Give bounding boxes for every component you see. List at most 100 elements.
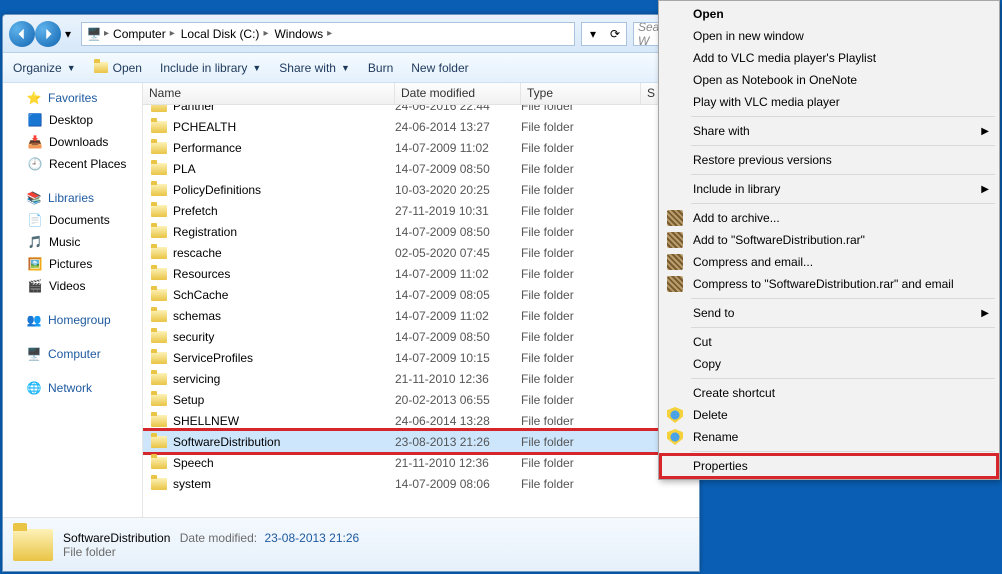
menu-add-rar[interactable]: Add to "SoftwareDistribution.rar" bbox=[661, 229, 997, 251]
folder-icon bbox=[151, 268, 167, 280]
file-type: File folder bbox=[521, 246, 641, 260]
table-row[interactable]: Performance14-07-2009 11:02File folder bbox=[143, 137, 699, 158]
navigation-pane: ⭐Favorites 🟦Desktop 📥Downloads 🕘Recent P… bbox=[3, 83, 143, 517]
menu-compress-rar-email[interactable]: Compress to "SoftwareDistribution.rar" a… bbox=[661, 273, 997, 295]
winrar-icon bbox=[667, 276, 683, 292]
table-row[interactable]: Setup20-02-2013 06:55File folder bbox=[143, 389, 699, 410]
table-row[interactable]: Resources14-07-2009 11:02File folder bbox=[143, 263, 699, 284]
file-list: Name Date modified Type S Panther24-06-2… bbox=[143, 83, 699, 517]
table-row[interactable]: servicing21-11-2010 12:36File folder bbox=[143, 368, 699, 389]
table-row[interactable]: PLA14-07-2009 08:50File folder bbox=[143, 158, 699, 179]
menu-cut[interactable]: Cut bbox=[661, 331, 997, 353]
file-type: File folder bbox=[521, 456, 641, 470]
file-name: Resources bbox=[173, 267, 230, 281]
table-row[interactable]: security14-07-2009 08:50File folder bbox=[143, 326, 699, 347]
sidebar-item-documents[interactable]: 📄Documents bbox=[3, 209, 142, 231]
submenu-arrow-icon: ▶ bbox=[981, 308, 989, 319]
context-menu: Open Open in new window Add to VLC media… bbox=[658, 0, 1000, 480]
downloads-icon: 📥 bbox=[27, 134, 43, 150]
table-row[interactable]: Speech21-11-2010 12:36File folder bbox=[143, 452, 699, 473]
column-headers[interactable]: Name Date modified Type S bbox=[143, 83, 699, 105]
refresh-button[interactable]: ⟳ bbox=[604, 23, 626, 45]
file-type: File folder bbox=[521, 120, 641, 134]
table-row[interactable]: Prefetch27-11-2019 10:31File folder bbox=[143, 200, 699, 221]
address-dropdown[interactable]: ▾ bbox=[582, 23, 604, 45]
col-type: Type bbox=[521, 83, 641, 104]
file-date: 10-03-2020 20:25 bbox=[395, 183, 521, 197]
table-row[interactable]: PCHEALTH24-06-2014 13:27File folder bbox=[143, 116, 699, 137]
menu-include-library[interactable]: Include in library▶ bbox=[661, 178, 997, 200]
file-name: PCHEALTH bbox=[173, 120, 236, 134]
table-row[interactable]: Registration14-07-2009 08:50File folder bbox=[143, 221, 699, 242]
menu-rename[interactable]: Rename bbox=[661, 426, 997, 448]
file-name: SoftwareDistribution bbox=[173, 435, 280, 449]
table-row[interactable]: SHELLNEW24-06-2014 13:28File folder bbox=[143, 410, 699, 431]
back-button[interactable] bbox=[9, 21, 35, 47]
menu-compress-email[interactable]: Compress and email... bbox=[661, 251, 997, 273]
sidebar-item-videos[interactable]: 🎬Videos bbox=[3, 275, 142, 297]
share-with-button[interactable]: Share with▼ bbox=[279, 61, 350, 75]
file-type: File folder bbox=[521, 330, 641, 344]
menu-create-shortcut[interactable]: Create shortcut bbox=[661, 382, 997, 404]
burn-button[interactable]: Burn bbox=[368, 61, 393, 75]
folder-icon bbox=[151, 331, 167, 343]
folder-icon bbox=[151, 310, 167, 322]
nav-history-dropdown[interactable]: ▾ bbox=[61, 21, 75, 47]
menu-restore-versions[interactable]: Restore previous versions bbox=[661, 149, 997, 171]
table-row[interactable]: ServiceProfiles14-07-2009 10:15File fold… bbox=[143, 347, 699, 368]
computer-group[interactable]: 🖥️Computer bbox=[3, 343, 142, 365]
desktop-icon: 🟦 bbox=[27, 112, 43, 128]
file-name: Prefetch bbox=[173, 204, 218, 218]
menu-open[interactable]: Open bbox=[661, 3, 997, 25]
file-name: system bbox=[173, 477, 211, 491]
include-library-button[interactable]: Include in library▼ bbox=[160, 61, 261, 75]
file-name: PolicyDefinitions bbox=[173, 183, 261, 197]
file-date: 14-07-2009 11:02 bbox=[395, 141, 521, 155]
menu-add-archive[interactable]: Add to archive... bbox=[661, 207, 997, 229]
folder-icon bbox=[151, 205, 167, 217]
file-name: rescache bbox=[173, 246, 222, 260]
table-row[interactable]: schemas14-07-2009 11:02File folder bbox=[143, 305, 699, 326]
table-row[interactable]: SoftwareDistribution23-08-2013 21:26File… bbox=[143, 431, 699, 452]
table-row[interactable]: PolicyDefinitions10-03-2020 20:25File fo… bbox=[143, 179, 699, 200]
folder-icon bbox=[151, 457, 167, 469]
crumb-folder: Windows▸ bbox=[272, 27, 334, 41]
open-button[interactable]: Open bbox=[94, 61, 142, 75]
breadcrumb[interactable]: 🖥️ ▸ Computer▸ Local Disk (C:)▸ Windows▸ bbox=[81, 22, 575, 46]
file-name: SchCache bbox=[173, 288, 228, 302]
sidebar-item-downloads[interactable]: 📥Downloads bbox=[3, 131, 142, 153]
sidebar-item-recent[interactable]: 🕘Recent Places bbox=[3, 153, 142, 175]
organize-button[interactable]: Organize▼ bbox=[13, 61, 76, 75]
folder-icon bbox=[13, 529, 53, 561]
recent-icon: 🕘 bbox=[27, 156, 43, 172]
menu-properties[interactable]: Properties bbox=[661, 455, 997, 477]
new-folder-button[interactable]: New folder bbox=[411, 61, 468, 75]
homegroup-group[interactable]: 👥Homegroup bbox=[3, 309, 142, 331]
network-group[interactable]: 🌐Network bbox=[3, 377, 142, 399]
file-date: 14-07-2009 08:50 bbox=[395, 162, 521, 176]
table-row[interactable]: rescache02-05-2020 07:45File folder bbox=[143, 242, 699, 263]
table-row[interactable]: Panther24-06-2016 22:44File folder bbox=[143, 105, 699, 116]
menu-vlc-playlist[interactable]: Add to VLC media player's Playlist bbox=[661, 47, 997, 69]
menu-delete[interactable]: Delete bbox=[661, 404, 997, 426]
libraries-group[interactable]: 📚Libraries bbox=[3, 187, 142, 209]
address-bar: ▾ 🖥️ ▸ Computer▸ Local Disk (C:)▸ Window… bbox=[3, 15, 699, 53]
col-name: Name bbox=[143, 83, 395, 104]
sidebar-item-desktop[interactable]: 🟦Desktop bbox=[3, 109, 142, 131]
menu-onenote[interactable]: Open as Notebook in OneNote bbox=[661, 69, 997, 91]
sidebar-item-pictures[interactable]: 🖼️Pictures bbox=[3, 253, 142, 275]
menu-share-with[interactable]: Share with▶ bbox=[661, 120, 997, 142]
menu-open-new-window[interactable]: Open in new window bbox=[661, 25, 997, 47]
menu-send-to[interactable]: Send to▶ bbox=[661, 302, 997, 324]
folder-icon bbox=[151, 415, 167, 427]
file-date: 14-07-2009 10:15 bbox=[395, 351, 521, 365]
folder-icon bbox=[151, 373, 167, 385]
menu-copy[interactable]: Copy bbox=[661, 353, 997, 375]
favorites-group[interactable]: ⭐Favorites bbox=[3, 87, 142, 109]
file-name: schemas bbox=[173, 309, 221, 323]
forward-button[interactable] bbox=[35, 21, 61, 47]
menu-vlc-play[interactable]: Play with VLC media player bbox=[661, 91, 997, 113]
sidebar-item-music[interactable]: 🎵Music bbox=[3, 231, 142, 253]
table-row[interactable]: system14-07-2009 08:06File folder bbox=[143, 473, 699, 494]
table-row[interactable]: SchCache14-07-2009 08:05File folder bbox=[143, 284, 699, 305]
